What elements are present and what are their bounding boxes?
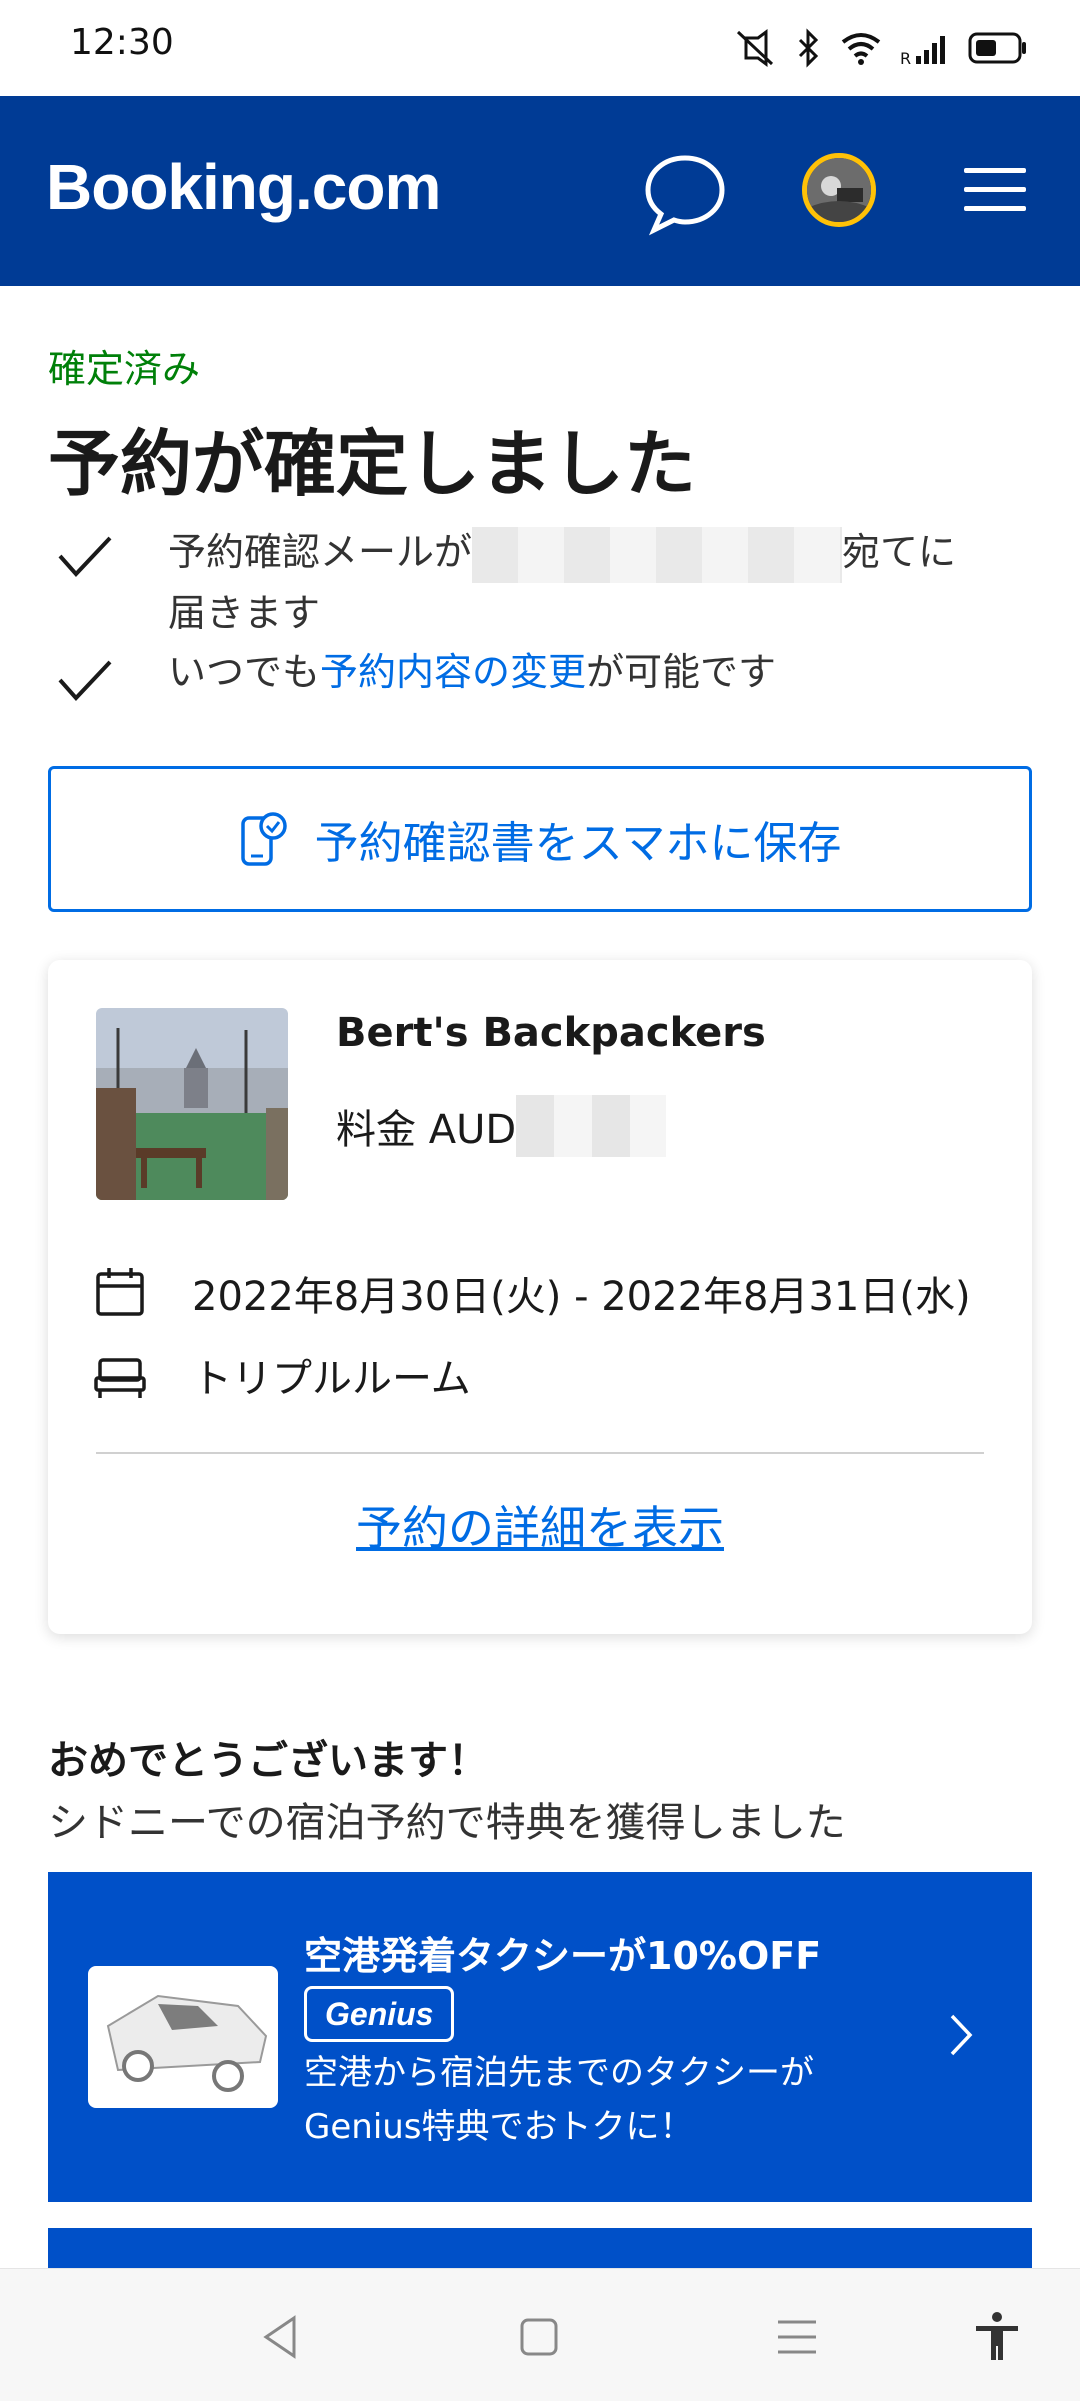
taxi-car-image: [88, 1966, 278, 2108]
redacted-price: [516, 1095, 667, 1157]
promo-description: 空港から宿泊先までのタクシーが Genius特典でおトクに！: [304, 2046, 904, 2154]
change-booking-link[interactable]: 予約内容の変更: [320, 650, 586, 694]
next-promo-card[interactable]: [48, 2228, 1032, 2268]
change-notice-suffix: が可能です: [586, 650, 777, 694]
hotel-price: 料金 AUD: [336, 1095, 667, 1157]
change-notice: いつでも予約内容の変更が可能です: [168, 642, 776, 702]
back-icon[interactable]: [254, 2310, 308, 2364]
save-confirmation-button[interactable]: 予約確認書をスマホに保存: [48, 766, 1032, 912]
bluetooth-icon: [798, 28, 819, 68]
price-label: 料金 AUD: [336, 1107, 517, 1153]
booking-status-label: 確定済み: [48, 347, 201, 391]
wifi-icon: [841, 33, 881, 65]
email-notice-prefix: 予約確認メールが: [168, 530, 473, 574]
change-notice-prefix: いつでも: [168, 650, 321, 694]
home-icon[interactable]: [512, 2310, 566, 2364]
email-notice: 予約確認メールが 宛てに 届きます: [168, 522, 1028, 643]
chevron-right-icon[interactable]: [946, 2010, 976, 2060]
status-time: 12:30: [70, 22, 174, 63]
room-type: トリプルルーム: [192, 1356, 471, 1402]
check-icon: [58, 660, 112, 701]
view-details-link[interactable]: 予約の詳細を表示: [96, 1492, 984, 1558]
phone-check-icon: [240, 812, 287, 866]
page-title: 予約が確定しました: [48, 422, 697, 506]
battery-icon: [968, 32, 1026, 64]
hotel-name: Bert's Backpackers: [336, 1010, 766, 1056]
avatar[interactable]: [802, 153, 876, 227]
signal-icon: R: [900, 36, 945, 66]
bed-icon: [94, 1358, 146, 1398]
stay-dates: 2022年8月30日(火) - 2022年8月31日(水): [192, 1274, 971, 1320]
recents-icon[interactable]: [770, 2310, 824, 2364]
hotel-photo[interactable]: [96, 1008, 288, 1200]
congrats-title: おめでとうございます！: [48, 1738, 488, 1784]
promo-desc-line2: Genius特典でおトクに！: [304, 2107, 694, 2147]
check-icon: [58, 536, 112, 577]
hamburger-menu-icon[interactable]: [960, 160, 1030, 220]
genius-badge: Genius: [304, 1986, 455, 2042]
save-confirmation-label: 予約確認書をスマホに保存: [314, 818, 842, 869]
chat-icon[interactable]: [640, 150, 730, 236]
card-divider: [96, 1452, 984, 1454]
svg-text:R: R: [900, 49, 911, 66]
mute-icon: [736, 29, 774, 67]
email-notice-suffix: 宛てに: [842, 530, 957, 574]
email-notice-line2: 届きます: [168, 590, 321, 635]
booking-logo[interactable]: Booking.com: [46, 150, 441, 224]
promo-title: 空港発着タクシーが10%OFF: [304, 1934, 822, 1978]
redacted-email: [472, 526, 843, 583]
status-icons: R: [732, 26, 1028, 70]
promo-desc-line1: 空港から宿泊先までのタクシーが: [304, 2053, 814, 2093]
congrats-subtitle: シドニーでの宿泊予約で特典を獲得しました: [48, 1800, 846, 1846]
calendar-icon: [96, 1268, 144, 1316]
accessibility-icon[interactable]: [970, 2310, 1024, 2364]
avatar-photo: [807, 158, 871, 222]
